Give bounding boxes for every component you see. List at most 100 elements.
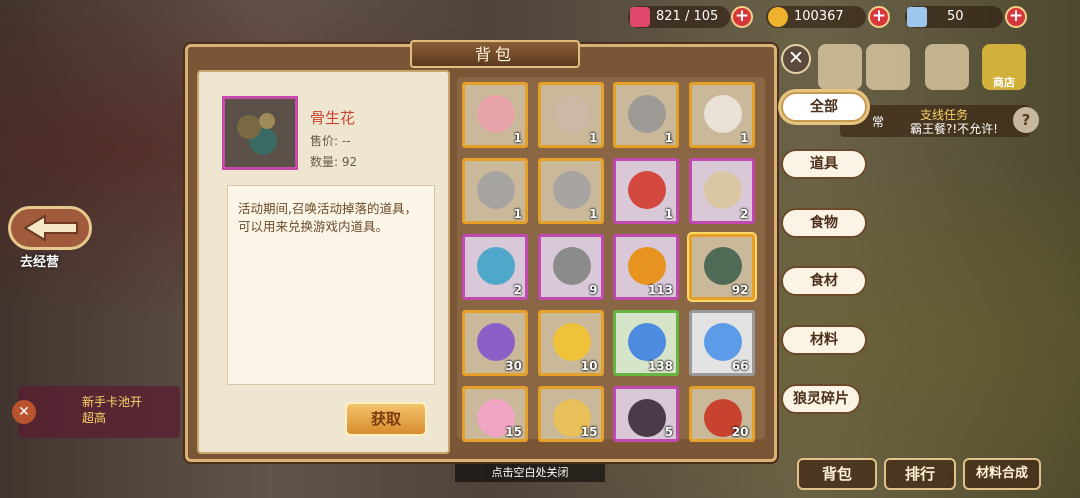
- gold-value: 100367: [794, 9, 844, 24]
- category-ingredients[interactable]: 食材: [781, 266, 867, 296]
- item-slot[interactable]: 10: [537, 310, 604, 376]
- item-slot[interactable]: 9: [537, 234, 604, 300]
- item-slot[interactable]: 1: [688, 82, 755, 148]
- item-slot[interactable]: 2: [462, 234, 528, 300]
- help-icon[interactable]: ?: [1013, 107, 1039, 133]
- item-count: 1: [664, 131, 673, 145]
- book-icon: [703, 171, 742, 209]
- promo-close-icon[interactable]: ✕: [12, 400, 36, 424]
- activity-icon[interactable]: [818, 44, 862, 90]
- item-count: 113: [647, 283, 673, 297]
- item-slot[interactable]: 2: [688, 158, 755, 224]
- promo-text-1: 新手卡池开: [82, 395, 143, 409]
- add-crystal-button[interactable]: +: [1005, 6, 1027, 28]
- item-count: 92: [731, 283, 749, 297]
- item-count: 5: [664, 425, 673, 439]
- item-count: 1: [513, 131, 522, 145]
- back-button[interactable]: [8, 206, 92, 250]
- bag-button[interactable]: 背包: [797, 458, 877, 490]
- item-slot[interactable]: 15: [537, 386, 604, 442]
- event-icon[interactable]: [925, 44, 969, 90]
- item-count: 15: [505, 425, 522, 439]
- tabby-cat-icon: [703, 95, 742, 133]
- stamina-value: 821 / 105: [656, 9, 719, 24]
- item-price: 售价: --: [310, 134, 351, 148]
- chinchilla-icon: [628, 95, 666, 133]
- category-all[interactable]: 全部: [781, 92, 867, 122]
- item-count: 30: [505, 359, 522, 373]
- potion-bottle-icon: [628, 323, 666, 361]
- item-quantity: 数量: 92: [310, 155, 358, 169]
- mailbox-icon[interactable]: [866, 44, 910, 90]
- chinchilla-pink-icon: [477, 171, 515, 209]
- item-slot[interactable]: 15: [462, 386, 528, 442]
- promo-text-2: 超高: [82, 411, 107, 425]
- crystal-counter: 50: [905, 6, 1003, 28]
- item-slot[interactable]: 30: [462, 310, 528, 376]
- sword-icon: [552, 247, 591, 285]
- add-gold-button[interactable]: +: [868, 6, 890, 28]
- hamster-icon: [552, 95, 591, 133]
- gift-box-icon: [477, 323, 515, 361]
- synth-button[interactable]: 材料合成: [963, 458, 1041, 490]
- item-count: 10: [580, 359, 598, 373]
- category-food[interactable]: 食物: [781, 208, 867, 238]
- item-count: 138: [647, 359, 673, 373]
- promo-banner[interactable]: 新手卡池开 超高: [18, 386, 180, 438]
- category-wolf-shards[interactable]: 狼灵碎片: [781, 384, 861, 414]
- quest-tag: 常: [872, 115, 885, 129]
- item-count: 1: [589, 131, 598, 145]
- category-props[interactable]: 道具: [781, 149, 867, 179]
- dark-hair-portrait-icon: [628, 399, 666, 437]
- item-count: 15: [580, 425, 598, 439]
- back-label: 去经营: [20, 255, 60, 270]
- quest-title: 霸王餐?!不允许!: [910, 122, 998, 136]
- item-slot[interactable]: 1: [613, 82, 679, 148]
- bone-flower-icon: [703, 247, 742, 285]
- item-count: 1: [589, 207, 598, 221]
- obtain-button[interactable]: 获取: [345, 402, 427, 436]
- item-count: 1: [740, 131, 749, 145]
- item-count: 1: [513, 207, 522, 221]
- ticket-icon: [552, 323, 591, 361]
- item-slot[interactable]: 138: [613, 310, 679, 376]
- category-materials[interactable]: 材料: [781, 325, 867, 355]
- item-slot[interactable]: 113: [613, 234, 679, 300]
- pouch-icon: [477, 95, 515, 133]
- item-slot[interactable]: 1: [537, 158, 604, 224]
- item-slot[interactable]: 66: [688, 310, 755, 376]
- item-slot[interactable]: 20: [688, 386, 755, 442]
- item-slot[interactable]: 1: [462, 82, 528, 148]
- chinchilla-green-icon: [552, 171, 591, 209]
- close-hint: 点击空白处关闭: [455, 464, 605, 482]
- item-count: 2: [740, 207, 749, 221]
- gold-coin-icon: [768, 7, 788, 27]
- item-description: 活动期间,召唤活动掉落的道具，可以用来兑换游戏内道具。: [227, 185, 435, 385]
- vial-icon: [703, 323, 742, 361]
- wind-charm-icon: [477, 247, 515, 285]
- item-slot[interactable]: 5: [613, 386, 679, 442]
- add-stamina-button[interactable]: +: [731, 6, 753, 28]
- item-count: 1: [664, 207, 673, 221]
- quest-banner[interactable]: 常 支线任务 霸王餐?!不允许!: [840, 105, 1030, 137]
- panel-title: 背包: [410, 40, 580, 68]
- close-icon[interactable]: ✕: [781, 44, 811, 74]
- item-count: 2: [513, 283, 522, 297]
- rank-button[interactable]: 排行: [884, 458, 956, 490]
- stamina-counter: 821 / 105: [628, 6, 730, 28]
- crystal-icon: [907, 7, 927, 27]
- shop-label: 商店: [993, 76, 1015, 89]
- star-token-icon: [628, 171, 666, 209]
- heart-icon: [630, 7, 650, 27]
- item-slot[interactable]: 92: [688, 234, 755, 300]
- crystal-value: 50: [947, 9, 964, 24]
- item-count: 9: [589, 283, 598, 297]
- item-slot[interactable]: 1: [613, 158, 679, 224]
- bone-flower-icon: [222, 96, 298, 170]
- shop-icon[interactable]: 商店: [982, 44, 1026, 90]
- flame-icon: [628, 247, 666, 285]
- item-count: 66: [731, 359, 749, 373]
- item-slot[interactable]: 1: [537, 82, 604, 148]
- item-name: 骨生花: [310, 109, 356, 127]
- item-slot[interactable]: 1: [462, 158, 528, 224]
